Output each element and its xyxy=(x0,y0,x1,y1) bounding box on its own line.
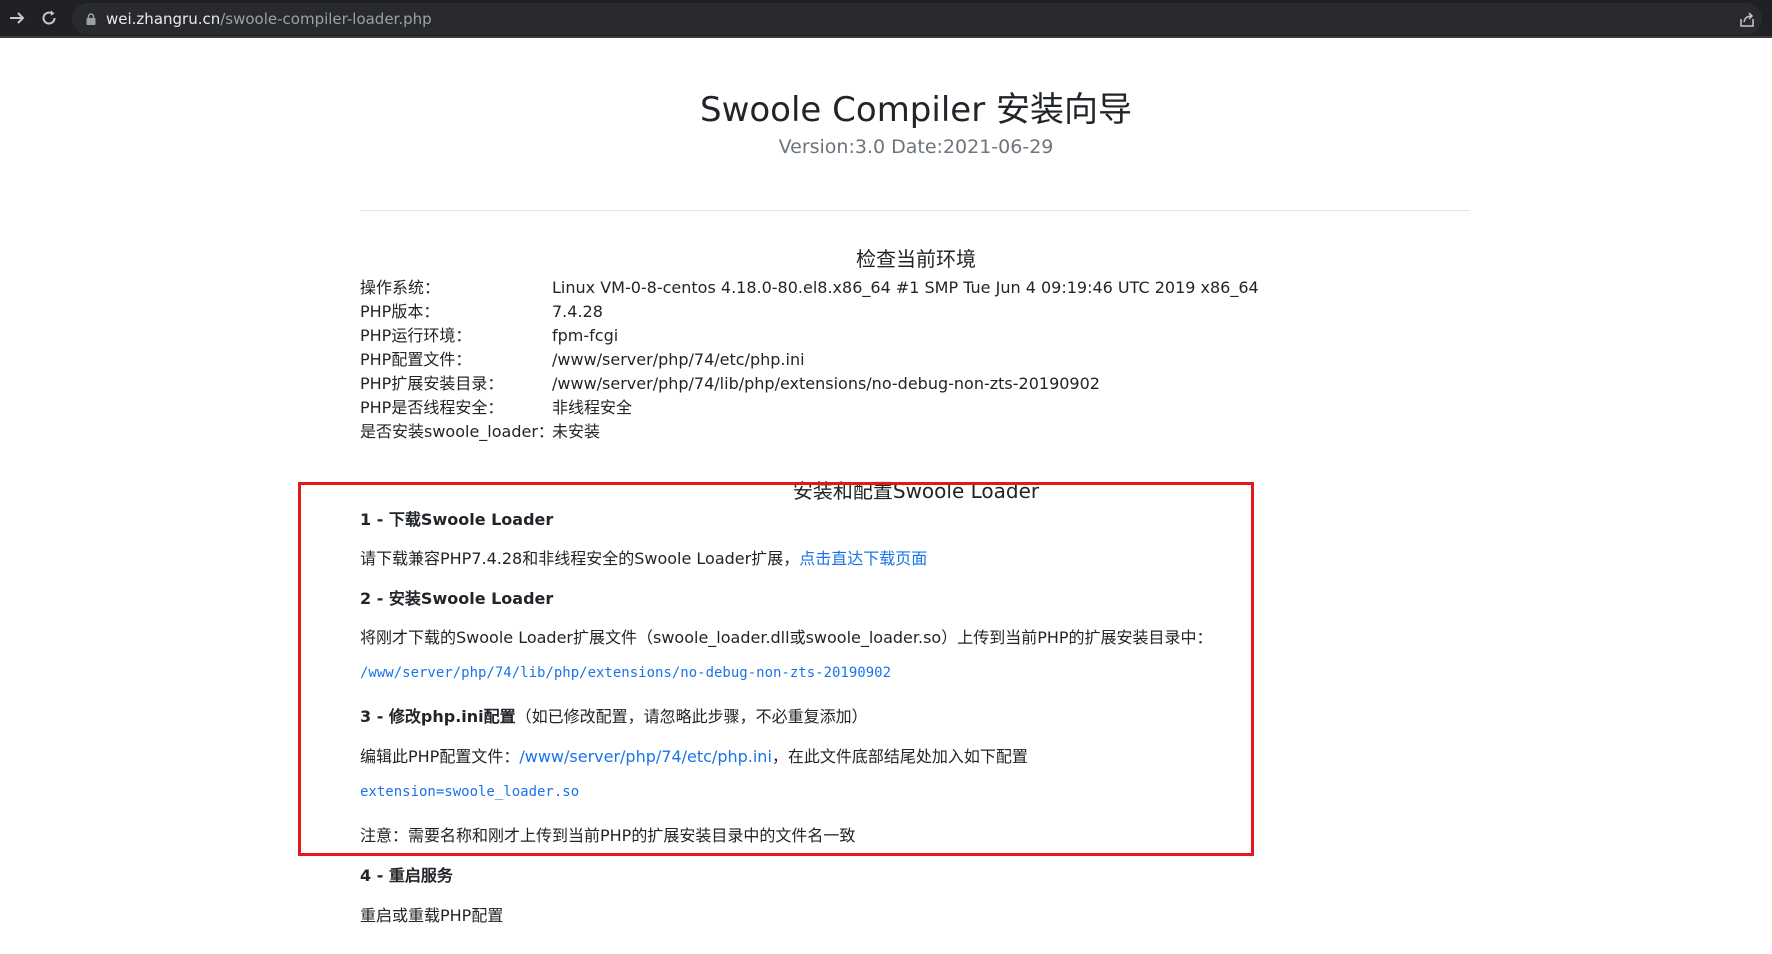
env-label: PHP是否线程安全： xyxy=(360,398,504,417)
env-label: 是否安装swoole_loader： xyxy=(360,422,554,441)
step3-text-after: ，在此文件底部结尾处加入如下配置 xyxy=(771,747,1028,766)
address-bar[interactable]: wei.zhangru.cn/swoole-compiler-loader.ph… xyxy=(72,3,1762,35)
url-host: wei.zhangru.cn xyxy=(106,10,221,28)
page-subtitle: Version:3.0 Date:2021-06-29 xyxy=(778,136,1054,158)
env-row-php-sapi: PHP运行环境： fpm-fcgi xyxy=(360,324,1259,348)
step3-text-before: 编辑此PHP配置文件： xyxy=(360,747,520,766)
config-line: extension=swoole_loader.so xyxy=(360,784,580,800)
step4-heading-text: 4 - 重启服务 xyxy=(360,866,453,885)
step1-description: 请下载兼容PHP7.4.28和非线程安全的Swoole Loader扩展， xyxy=(360,549,800,568)
env-label: PHP配置文件： xyxy=(360,350,472,369)
env-label: 操作系统： xyxy=(360,278,441,297)
step2-text: 将刚才下载的Swoole Loader扩展文件（swoole_loader.dl… xyxy=(360,624,1213,648)
env-value: /www/server/php/74/etc/php.ini xyxy=(552,350,805,369)
php-ini-link[interactable]: /www/server/php/74/etc/php.ini xyxy=(519,747,772,766)
step2-description: 将刚才下载的Swoole Loader扩展文件（swoole_loader.dl… xyxy=(360,628,1213,647)
env-row-thread-safe: PHP是否线程安全： 非线程安全 xyxy=(360,396,1259,420)
env-value: 未安装 xyxy=(552,422,601,441)
step3-notice: 注意：需要名称和刚才上传到当前PHP的扩展安装目录中的文件名一致 xyxy=(360,826,856,845)
env-value: /www/server/php/74/lib/php/extensions/no… xyxy=(552,374,1100,393)
env-row-loader-installed: 是否安装swoole_loader：未安装 xyxy=(360,420,1259,444)
environment-title: 检查当前环境 xyxy=(856,247,976,271)
step1-heading: 1 - 下载Swoole Loader xyxy=(360,506,553,530)
share-icon[interactable] xyxy=(1738,11,1756,29)
browser-toolbar: wei.zhangru.cn/swoole-compiler-loader.ph… xyxy=(0,0,1772,38)
step3-heading: 3 - 修改php.ini配置（如已修改配置，请忽略此步骤，不必重复添加） xyxy=(360,703,868,727)
env-row-php-version: PHP版本： 7.4.28 xyxy=(360,300,1259,324)
step2-heading: 2 - 安装Swoole Loader xyxy=(360,585,553,609)
step1-text: 请下载兼容PHP7.4.28和非线程安全的Swoole Loader扩展，点击直… xyxy=(360,545,927,569)
install-title: 安装和配置Swoole Loader xyxy=(792,479,1040,503)
env-value: 7.4.28 xyxy=(552,302,603,321)
extension-dir-path: /www/server/php/74/lib/php/extensions/no… xyxy=(360,665,892,681)
step3-note: （如已修改配置，请忽略此步骤，不必重复添加） xyxy=(515,707,868,726)
env-row-php-ini: PHP配置文件： /www/server/php/74/etc/php.ini xyxy=(360,348,1259,372)
env-row-os: 操作系统： Linux VM-0-8-centos 4.18.0-80.el8.x… xyxy=(360,276,1259,300)
step2-heading-text: 2 - 安装Swoole Loader xyxy=(360,589,554,608)
env-row-ext-dir: PHP扩展安装目录： /www/server/php/74/lib/php/ext… xyxy=(360,372,1259,396)
url-path: /swoole-compiler-loader.php xyxy=(220,10,432,28)
step3-heading-text: 3 - 修改php.ini配置 xyxy=(360,707,516,726)
env-value: fpm-fcgi xyxy=(552,326,619,345)
env-value: 非线程安全 xyxy=(552,398,633,417)
step1-heading-text: 1 - 下载Swoole Loader xyxy=(360,510,554,529)
forward-arrow-icon[interactable] xyxy=(6,8,28,30)
env-label: PHP运行环境： xyxy=(360,326,472,345)
download-page-link[interactable]: 点击直达下载页面 xyxy=(799,549,927,568)
env-label: PHP扩展安装目录： xyxy=(360,374,504,393)
step3-text: 编辑此PHP配置文件：/www/server/php/74/etc/php.in… xyxy=(360,743,1028,767)
step4-text: 重启或重载PHP配置 xyxy=(360,906,504,925)
page-title: Swoole Compiler 安装向导 xyxy=(699,90,1132,130)
header-divider xyxy=(360,210,1470,211)
url-text: wei.zhangru.cn/swoole-compiler-loader.ph… xyxy=(106,10,432,28)
environment-list: 操作系统： Linux VM-0-8-centos 4.18.0-80.el8.x… xyxy=(360,276,1259,444)
env-label: PHP版本： xyxy=(360,302,440,321)
env-value: Linux VM-0-8-centos 4.18.0-80.el8.x86_64… xyxy=(552,278,1259,297)
reload-icon[interactable] xyxy=(38,8,60,30)
step4-heading: 4 - 重启服务 xyxy=(360,862,453,886)
lock-icon xyxy=(86,13,96,25)
